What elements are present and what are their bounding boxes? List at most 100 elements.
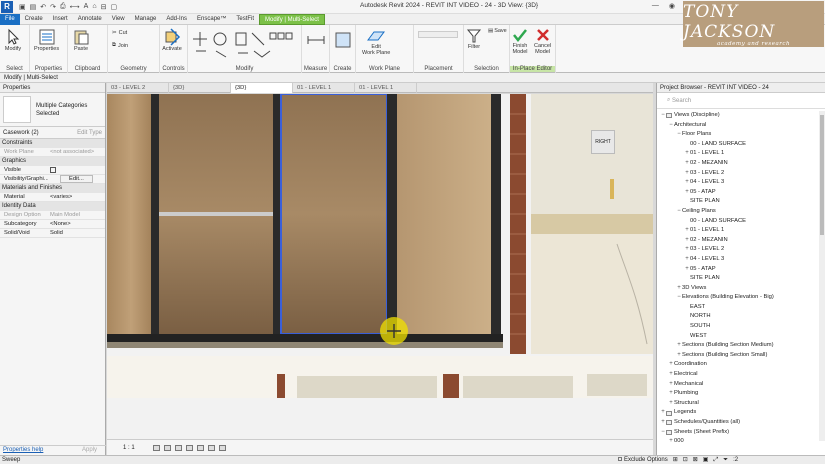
- browser-tree-item[interactable]: − Sheets (Sheet Prefix): [657, 428, 819, 438]
- browser-tree-item[interactable]: WEST: [657, 332, 819, 342]
- paste-button[interactable]: Paste: [72, 28, 90, 52]
- cancel-model-button[interactable]: Cancel Model: [534, 27, 551, 55]
- properties-button[interactable]: Properties: [34, 28, 59, 52]
- visual-style-icon[interactable]: [163, 444, 171, 451]
- browser-search[interactable]: ⌕ Search: [657, 93, 825, 109]
- browser-tree-item[interactable]: + Structural: [657, 399, 819, 409]
- scrollbar-thumb[interactable]: [820, 115, 824, 235]
- group-graphics[interactable]: Graphics: [0, 157, 105, 166]
- tab-view[interactable]: View: [107, 14, 130, 25]
- redo-icon[interactable]: ↷: [50, 3, 56, 11]
- tab-manage[interactable]: Manage: [130, 14, 162, 25]
- select-underlay-icon[interactable]: ⊡: [683, 456, 688, 464]
- text-icon[interactable]: A: [84, 3, 89, 11]
- browser-tree-item[interactable]: + Electrical: [657, 370, 819, 380]
- shadows-icon[interactable]: [185, 444, 193, 451]
- visible-checkbox[interactable]: [50, 167, 56, 173]
- browser-tree-item[interactable]: +03 - LEVEL 2: [657, 169, 819, 179]
- browser-tree-item[interactable]: +04 - LEVEL 3: [657, 255, 819, 265]
- view-tab-level-1[interactable]: 01 - LEVEL 1: [293, 83, 355, 93]
- browser-tree-item[interactable]: − Elevations (Building Elevation - Big): [657, 293, 819, 303]
- browser-tree-item[interactable]: +000: [657, 437, 819, 447]
- prop-material[interactable]: Material <varies>: [0, 193, 105, 202]
- group-materials[interactable]: Materials and Finishes: [0, 184, 105, 193]
- save-icon[interactable]: ▤: [30, 3, 37, 11]
- browser-tree-item[interactable]: + Legends: [657, 408, 819, 418]
- browser-tree-item[interactable]: +05 - ATAP: [657, 265, 819, 275]
- view-tab-3d-active[interactable]: {3D}: [231, 83, 293, 93]
- placement-dropdown[interactable]: [418, 31, 458, 38]
- open-icon[interactable]: ▣: [19, 3, 26, 11]
- browser-tree-item[interactable]: EAST: [657, 303, 819, 313]
- properties-help-link[interactable]: Properties help: [3, 447, 43, 454]
- tab-enscape[interactable]: Enscape™: [192, 14, 231, 25]
- view-tab-level-2[interactable]: 03 - LEVEL 2: [107, 83, 169, 93]
- browser-tree-item[interactable]: +05 - ATAP: [657, 188, 819, 198]
- 3d-viewport[interactable]: RIGHT: [107, 94, 653, 439]
- browser-tree-item[interactable]: +03 - LEVEL 2: [657, 245, 819, 255]
- sun-path-icon[interactable]: [174, 444, 182, 451]
- browser-tree-item[interactable]: − Architectural: [657, 121, 819, 131]
- revit-logo-icon[interactable]: R: [1, 0, 13, 13]
- prop-solid-void[interactable]: Solid/Void Solid: [0, 229, 105, 238]
- select-by-face-icon[interactable]: ▣: [703, 456, 709, 464]
- browser-tree-item[interactable]: − Views (Discipline): [657, 111, 819, 121]
- edit-type-button[interactable]: Edit Type: [77, 130, 102, 136]
- apply-button[interactable]: Apply: [82, 447, 97, 454]
- 3d-view-icon[interactable]: ⌂: [92, 3, 96, 11]
- measure-tool-icon[interactable]: [306, 31, 326, 49]
- tab-annotate[interactable]: Annotate: [73, 14, 107, 25]
- browser-tree-item[interactable]: + Sections (Building Section Small): [657, 351, 819, 361]
- browser-tree-item[interactable]: + Schedules/Quantities (all): [657, 418, 819, 428]
- print-icon[interactable]: ⎙: [60, 3, 66, 11]
- browser-tree-item[interactable]: + Mechanical: [657, 380, 819, 390]
- instance-filter-dropdown[interactable]: Casework (2): [3, 130, 39, 136]
- browser-tree-item[interactable]: +01 - LEVEL 1: [657, 226, 819, 236]
- tab-add-ins[interactable]: Add-Ins: [161, 14, 192, 25]
- exclude-options-toggle[interactable]: Exclude Options: [618, 456, 668, 464]
- activate-button[interactable]: Activate: [162, 28, 182, 52]
- browser-tree-item[interactable]: SITE PLAN: [657, 197, 819, 207]
- finish-model-button[interactable]: Finish Model: [512, 27, 528, 55]
- browser-scrollbar[interactable]: [819, 111, 825, 441]
- cut-button[interactable]: ✂ Cut: [112, 30, 127, 36]
- view-scale[interactable]: 1 : 1: [123, 445, 135, 451]
- casework-model-render[interactable]: [107, 94, 653, 439]
- sections-icon[interactable]: ⊟: [101, 3, 107, 11]
- browser-tree-item[interactable]: SOUTH: [657, 322, 819, 332]
- browser-tree-item[interactable]: − Ceiling Plans: [657, 207, 819, 217]
- browser-tree-item[interactable]: − Floor Plans: [657, 130, 819, 140]
- user-icon[interactable]: ◉: [669, 2, 675, 10]
- tab-file[interactable]: File: [0, 13, 20, 25]
- temporary-hide-icon[interactable]: [218, 444, 226, 451]
- detail-level-icon[interactable]: [152, 444, 160, 451]
- join-button[interactable]: ⧉ Join: [112, 42, 128, 49]
- create-group-icon[interactable]: [334, 31, 352, 49]
- minimize-icon[interactable]: —: [652, 2, 659, 10]
- type-selector[interactable]: Multiple Categories Selected: [0, 93, 105, 127]
- modify-button[interactable]: Modify: [4, 28, 22, 52]
- view-tab-3d[interactable]: {3D}: [169, 83, 231, 93]
- undo-icon[interactable]: ↶: [40, 3, 46, 11]
- browser-tree-item[interactable]: +02 - MEZANIN: [657, 236, 819, 246]
- browser-tree-item[interactable]: NORTH: [657, 312, 819, 322]
- filter-button[interactable]: Filter: [466, 28, 482, 50]
- crop-view-icon[interactable]: [207, 444, 215, 451]
- visibility-edit-button[interactable]: Edit...: [60, 175, 93, 183]
- browser-tree-item[interactable]: 00 - LAND SURFACE: [657, 140, 819, 150]
- browser-tree-item[interactable]: 00 - LAND SURFACE: [657, 217, 819, 227]
- select-pinned-icon[interactable]: ⊠: [693, 456, 698, 464]
- tab-insert[interactable]: Insert: [48, 14, 73, 25]
- edit-work-plane-button[interactable]: Edit Work Plane: [362, 28, 390, 56]
- render-icon[interactable]: [196, 444, 204, 451]
- select-links-icon[interactable]: ⊞: [673, 456, 678, 464]
- browser-tree-item[interactable]: +02 - MEZANIN: [657, 159, 819, 169]
- prop-subcategory[interactable]: Subcategory <None>: [0, 220, 105, 229]
- group-identity-data[interactable]: Identity Data: [0, 202, 105, 211]
- tab-testfit[interactable]: TestFit: [231, 14, 259, 25]
- tab-create[interactable]: Create: [20, 14, 48, 25]
- browser-tree-item[interactable]: + Sections (Building Section Medium): [657, 341, 819, 351]
- browser-tree-item[interactable]: + Plumbing: [657, 389, 819, 399]
- save-selection-button[interactable]: ▤ Save: [488, 28, 507, 34]
- drag-elements-icon[interactable]: ⤢: [713, 456, 718, 464]
